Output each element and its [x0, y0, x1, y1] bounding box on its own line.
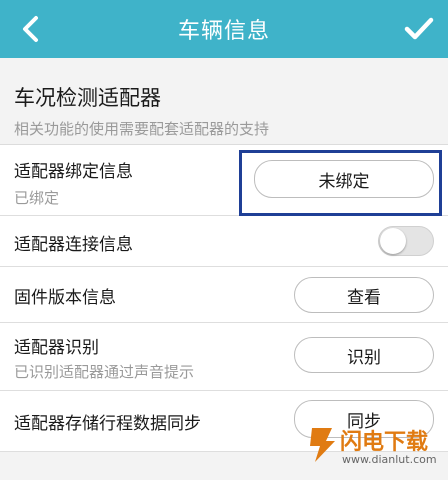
chevron-left-icon	[23, 16, 38, 42]
app-header: 车辆信息	[0, 0, 448, 58]
back-button[interactable]	[14, 12, 48, 46]
connection-label: 适配器连接信息	[14, 235, 133, 255]
section-subtitle: 相关功能的使用需要配套适配器的支持	[14, 120, 270, 138]
recognition-hint: 已识别适配器通过声音提示	[14, 363, 195, 381]
connection-toggle[interactable]	[378, 226, 434, 256]
firmware-label: 固件版本信息	[14, 288, 116, 308]
check-icon	[404, 17, 434, 40]
toggle-knob	[380, 228, 406, 254]
section-title: 车况检测适配器	[14, 86, 161, 110]
page-title: 车辆信息	[177, 19, 270, 44]
watermark-url: www.dianlut.com	[342, 453, 437, 466]
view-button[interactable]: 查看	[294, 277, 434, 313]
adapter-recognition-row: 适配器识别 已识别适配器通过声音提示 识别	[0, 323, 448, 391]
recognition-label: 适配器识别	[14, 338, 99, 358]
watermark-logo: 闪电下载 www.dianlut.com	[300, 420, 448, 472]
recognize-button[interactable]: 识别	[294, 337, 434, 373]
lightning-icon	[310, 428, 335, 462]
highlight-box	[239, 150, 442, 216]
firmware-version-row: 固件版本信息 查看	[0, 267, 448, 323]
watermark-text: 闪电下载	[340, 430, 429, 455]
binding-status: 已绑定	[14, 189, 60, 207]
binding-label: 适配器绑定信息	[14, 162, 133, 182]
confirm-button[interactable]	[402, 12, 436, 46]
sync-label: 适配器存储行程数据同步	[14, 414, 201, 434]
adapter-section-header: 车况检测适配器 相关功能的使用需要配套适配器的支持	[0, 58, 448, 145]
